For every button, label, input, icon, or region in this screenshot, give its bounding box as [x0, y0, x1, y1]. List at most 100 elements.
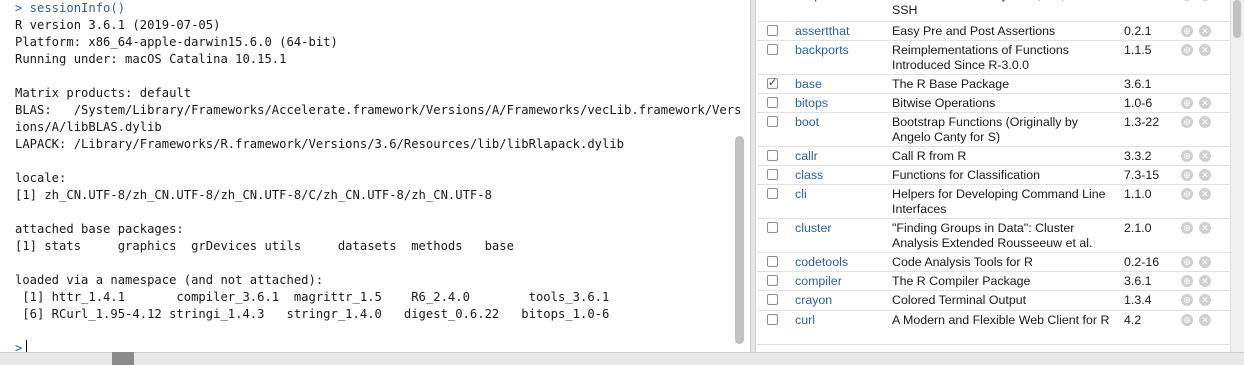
console-line: R version 3.6.1 (2019-07-05)	[15, 18, 221, 32]
package-name-link[interactable]: askpass	[795, 0, 840, 2]
package-row: class Functions for Classification 7.3-15 ⊕…	[757, 166, 1230, 185]
globe-icon[interactable]: ⊕	[1181, 169, 1193, 181]
remove-package-icon[interactable]: ✕	[1199, 25, 1211, 37]
package-description: Bootstrap Functions (Originally by Angel…	[892, 115, 1078, 144]
globe-icon[interactable]: ⊕	[1181, 294, 1193, 306]
globe-icon[interactable]: ⊕	[1181, 44, 1193, 56]
package-description: Call R from R	[892, 149, 967, 163]
console-input-line[interactable]: >	[15, 340, 735, 352]
package-name-link[interactable]: callr	[795, 149, 818, 163]
package-description: The R Base Package	[892, 77, 1010, 91]
package-load-checkbox[interactable]	[767, 150, 778, 161]
package-load-checkbox[interactable]	[767, 169, 778, 180]
package-row: codetools Code Analysis Tools for R 0.2-16…	[757, 253, 1230, 272]
package-name-link[interactable]: curl	[795, 313, 815, 327]
remove-package-icon[interactable]: ✕	[1199, 294, 1211, 306]
globe-icon[interactable]: ⊕	[1181, 222, 1193, 234]
package-name-link[interactable]: cluster	[795, 221, 832, 235]
package-name-link[interactable]: class	[795, 168, 823, 182]
package-description: A Modern and Flexible Web Client for R	[892, 313, 1110, 327]
package-description: Reimplementations of Functions Introduce…	[892, 43, 1069, 72]
package-name-link[interactable]: boot	[795, 115, 819, 129]
package-description: Helpers for Developing Command Line Inte…	[892, 187, 1106, 216]
package-load-checkbox[interactable]	[767, 294, 778, 305]
remove-package-icon[interactable]: ✕	[1199, 150, 1211, 162]
globe-icon[interactable]: ⊕	[1181, 314, 1193, 326]
globe-icon[interactable]: ⊕	[1181, 0, 1193, 1]
remove-package-icon[interactable]: ✕	[1199, 222, 1211, 234]
package-version: 1.1.5	[1124, 43, 1152, 57]
remove-package-icon[interactable]: ✕	[1199, 44, 1211, 56]
package-description: Bitwise Operations	[892, 96, 996, 110]
packages-scrollbar[interactable]	[1233, 0, 1241, 38]
package-row: base The R Base Package 3.6.1	[757, 75, 1230, 94]
package-name-link[interactable]: assertthat	[795, 24, 849, 38]
package-load-checkbox[interactable]	[767, 116, 778, 127]
console-line: [1] stats graphics grDevices utils datas…	[15, 239, 514, 253]
packages-pane: askpass Safe Password Entry for R, Git, a…	[757, 0, 1230, 352]
package-load-checkbox[interactable]	[767, 44, 778, 55]
package-name-link[interactable]: cli	[795, 187, 807, 201]
package-name-link[interactable]: crayon	[795, 293, 832, 307]
package-version: 2.1.0	[1124, 221, 1152, 235]
console-line: Platform: x86_64-apple-darwin15.6.0 (64-…	[15, 35, 338, 49]
pane-splitter[interactable]	[750, 0, 756, 352]
globe-icon[interactable]: ⊕	[1181, 116, 1193, 128]
console-line: attached base packages:	[15, 222, 184, 236]
package-load-checkbox[interactable]	[767, 275, 778, 286]
package-name-link[interactable]: compiler	[795, 274, 842, 288]
package-row: backports Reimplementations of Functions …	[757, 41, 1230, 75]
console-line: LAPACK: /Library/Frameworks/R.framework/…	[15, 137, 625, 151]
globe-icon[interactable]: ⊕	[1181, 275, 1193, 287]
remove-package-icon[interactable]: ✕	[1199, 314, 1211, 326]
package-row: bitops Bitwise Operations 1.0-6 ⊕ ✕	[757, 94, 1230, 113]
package-version: 3.6.1	[1124, 77, 1152, 91]
package-row: crayon Colored Terminal Output 1.3.4 ⊕ ✕	[757, 291, 1230, 311]
globe-icon[interactable]: ⊕	[1181, 25, 1193, 37]
remove-package-icon[interactable]: ✕	[1199, 116, 1211, 128]
package-name-link[interactable]: base	[795, 77, 822, 91]
package-load-checkbox[interactable]	[767, 76, 778, 89]
package-version: 1.3-22	[1124, 115, 1160, 129]
package-name-link[interactable]: backports	[795, 43, 849, 57]
package-load-checkbox[interactable]	[767, 256, 778, 267]
package-name-link[interactable]: bitops	[795, 96, 828, 110]
remove-package-icon[interactable]: ✕	[1199, 97, 1211, 109]
package-load-checkbox[interactable]	[767, 188, 778, 199]
remove-package-icon[interactable]: ✕	[1199, 275, 1211, 287]
package-name-link[interactable]: codetools	[795, 255, 848, 269]
package-load-checkbox[interactable]	[767, 222, 778, 233]
package-row: assertthat Easy Pre and Post Assertions 0.…	[757, 22, 1230, 41]
package-version: 4.2	[1124, 313, 1142, 327]
remove-package-icon[interactable]: ✕	[1199, 256, 1211, 268]
globe-icon[interactable]: ⊕	[1181, 188, 1193, 200]
package-row: boot Bootstrap Functions (Originally by A…	[757, 113, 1230, 147]
packages-scrollbar-track[interactable]	[1230, 0, 1244, 352]
console-line: BLAS: /System/Library/Frameworks/Acceler…	[15, 103, 742, 117]
console-line: locale:	[15, 171, 67, 185]
globe-icon[interactable]: ⊕	[1181, 97, 1193, 109]
package-version: 3.6.1	[1124, 274, 1152, 288]
remove-package-icon[interactable]: ✕	[1199, 188, 1211, 200]
package-load-checkbox[interactable]	[767, 25, 778, 36]
console-pane[interactable]: > sessionInfo() R version 3.6.1 (2019-07-…	[0, 0, 750, 352]
bottom-bar-segment	[112, 352, 134, 365]
remove-package-icon[interactable]: ✕	[1199, 0, 1211, 1]
globe-icon[interactable]: ⊕	[1181, 256, 1193, 268]
globe-icon[interactable]: ⊕	[1181, 150, 1193, 162]
package-load-checkbox[interactable]	[767, 314, 778, 325]
remove-package-icon[interactable]: ✕	[1199, 169, 1211, 181]
package-description: Colored Terminal Output	[892, 293, 1027, 307]
package-description: Functions for Classification	[892, 168, 1041, 182]
console-scrollbar[interactable]	[735, 136, 744, 344]
package-version: 7.3-15	[1124, 168, 1160, 182]
console-line: > sessionInfo()	[15, 1, 126, 15]
console-line: ions/A/libBLAS.dylib	[15, 120, 162, 134]
package-load-checkbox[interactable]	[767, 97, 778, 108]
package-row: compiler The R Compiler Package 3.6.1 ⊕ ✕	[757, 272, 1230, 291]
package-row: callr Call R from R 3.3.2 ⊕ ✕	[757, 147, 1230, 166]
console-line: [1] zh_CN.UTF-8/zh_CN.UTF-8/zh_CN.UTF-8/…	[15, 188, 492, 202]
